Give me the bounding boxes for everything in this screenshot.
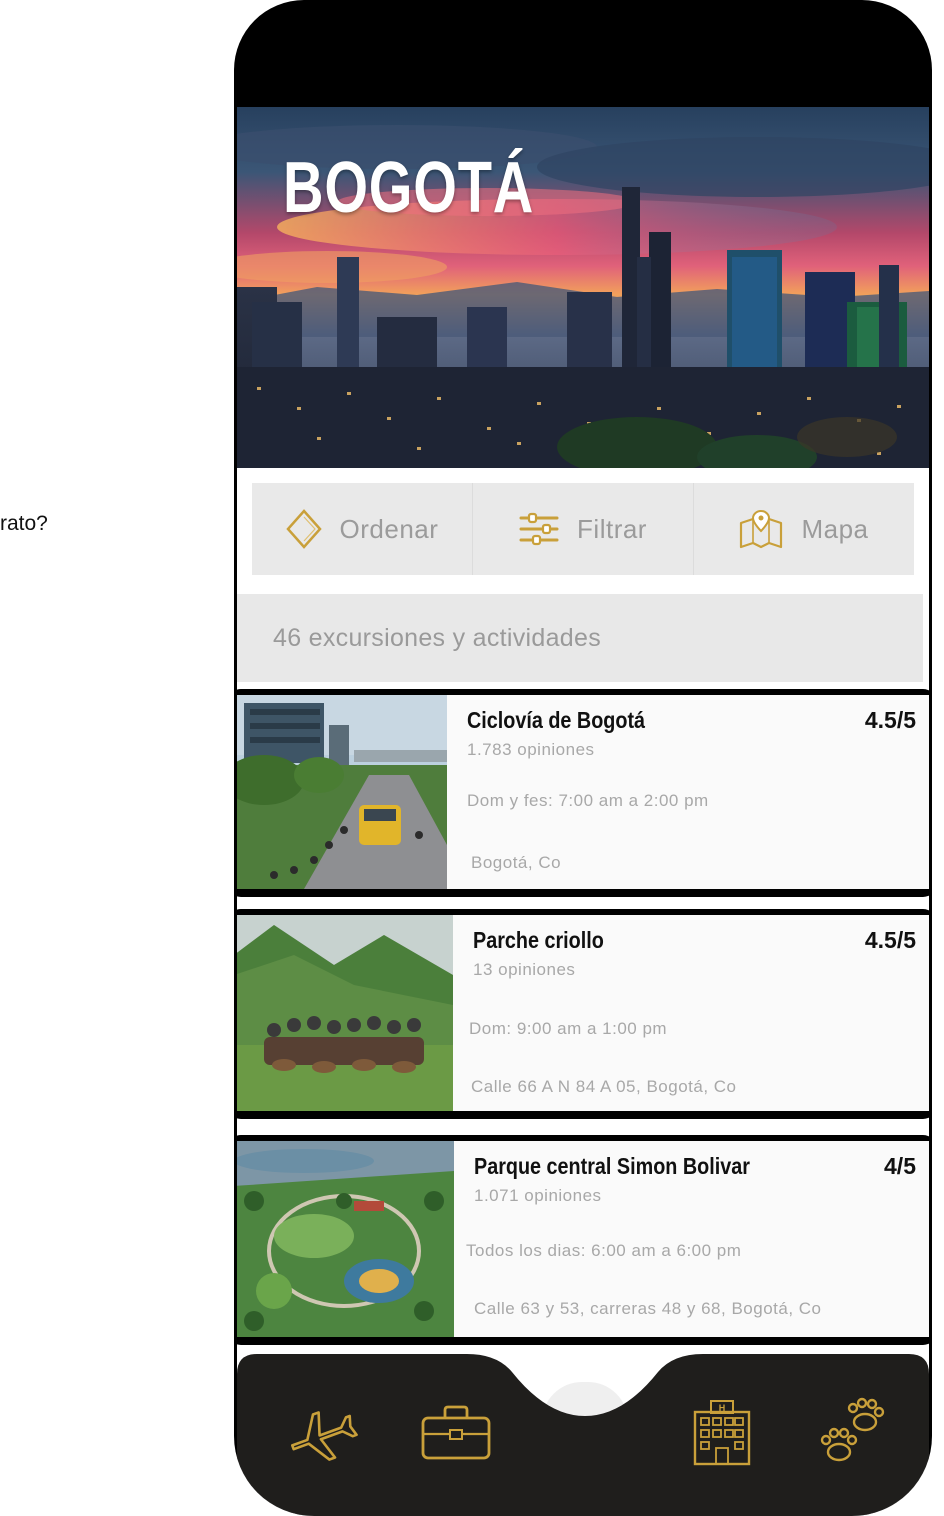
filter-button[interactable]: Filtrar (473, 483, 694, 575)
nav-hotels-button[interactable]: H (689, 1398, 755, 1471)
activity-card-3[interactable]: Parque central Simon Bolivar 1.071 opini… (237, 1135, 929, 1345)
activity-hours: Dom: 9:00 am a 1:00 pm (469, 1019, 668, 1038)
stray-text: rato? (0, 512, 48, 535)
activity-rating: 4/5 (884, 1153, 916, 1179)
map-pin-icon (740, 509, 783, 549)
activity-title: Parque central Simon Bolivar (474, 1153, 750, 1179)
parche-criollo-photo (237, 915, 453, 1111)
activity-rating: 4.5/5 (864, 927, 916, 953)
activity-image (237, 915, 453, 1111)
parque-simon-bolivar-photo (237, 1141, 454, 1337)
activity-image (237, 695, 447, 889)
results-count-bar: 46 excursiones y actividades (237, 594, 923, 682)
activity-card-2[interactable]: Parche criollo 13 opiniones Dom: 9:00 am… (237, 909, 929, 1119)
nav-pets-button[interactable] (817, 1396, 887, 1471)
ciclovia-photo (237, 695, 447, 889)
map-label: Mapa (801, 513, 869, 544)
filter-label: Filtrar (577, 513, 647, 544)
nav-tours-button[interactable] (419, 1404, 493, 1467)
airplane-icon (291, 1411, 358, 1461)
svg-text:H: H (719, 1403, 726, 1413)
hotel-icon: H (693, 1400, 751, 1466)
map-button[interactable]: Mapa (694, 483, 914, 575)
hero-title: BOGOTÁ (283, 148, 535, 228)
hero-banner: BOGOTÁ (237, 107, 929, 468)
bottom-navigation: H (237, 1354, 929, 1516)
paw-icon (820, 1397, 885, 1462)
activity-reviews: 13 opiniones (473, 960, 576, 979)
app-screen: BOGOTÁ Ordenar Filtrar Mapa 46 excursion… (237, 107, 929, 1516)
activity-title: Parche criollo (473, 927, 604, 953)
briefcase-icon (421, 1405, 491, 1460)
activity-location: Calle 66 A N 84 A 05, Bogotá, Co (471, 1077, 737, 1096)
activity-card-1[interactable]: Ciclovía de Bogotá 1.783 opiniones Dom y… (237, 689, 929, 897)
sort-button[interactable]: Ordenar (252, 483, 473, 575)
activity-hours: Dom y fes: 7:00 am a 2:00 pm (467, 791, 709, 810)
activity-rating: 4.5/5 (864, 707, 916, 733)
activity-image (237, 1141, 454, 1337)
activity-hours: Todos los dias: 6:00 am a 6:00 pm (466, 1241, 742, 1260)
sort-label: Ordenar (339, 513, 439, 544)
activity-reviews: 1.783 opiniones (467, 740, 595, 759)
phone-frame: BOGOTÁ Ordenar Filtrar Mapa 46 excursion… (234, 0, 932, 1516)
nav-flights-button[interactable] (287, 1404, 361, 1469)
filter-sliders-icon (519, 512, 559, 546)
sort-diamond-icon (285, 509, 322, 549)
toolbar: Ordenar Filtrar Mapa (252, 483, 914, 575)
activity-title: Ciclovía de Bogotá (467, 707, 646, 733)
activity-location: Calle 63 y 53, carreras 48 y 68, Bogotá,… (474, 1299, 822, 1318)
activity-reviews: 1.071 opiniones (474, 1186, 602, 1205)
activity-location: Bogotá, Co (471, 853, 562, 872)
results-count: 46 excursiones y actividades (273, 623, 602, 652)
